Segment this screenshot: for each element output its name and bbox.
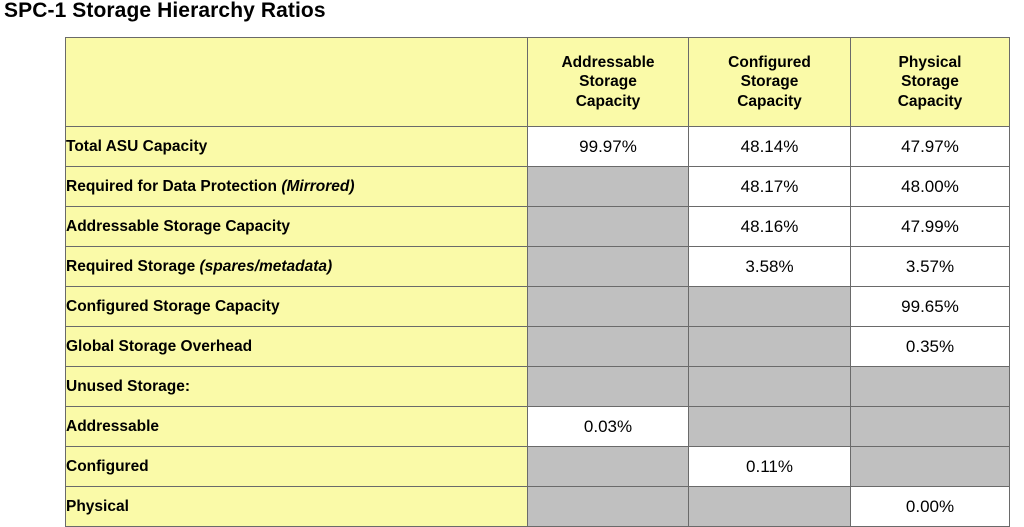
table-cell-value: 3.57% [850, 246, 1010, 287]
table-cell-value: 48.00% [850, 166, 1010, 207]
column-header-line: Capacity [737, 92, 802, 110]
table-row: Total ASU Capacity 99.97% 48.14% 47.97% [65, 126, 1010, 167]
table-cell-value: 0.35% [850, 326, 1010, 367]
row-label: Global Storage Overhead [65, 326, 528, 367]
table-cell-value: 48.16% [688, 206, 851, 247]
table-cell-disabled [688, 286, 851, 327]
table-cell-disabled [527, 486, 689, 527]
column-header-configured: Configured Storage Capacity [688, 37, 851, 127]
column-header-physical: Physical Storage Capacity [850, 37, 1010, 127]
table-cell-disabled [527, 446, 689, 487]
row-label-qualifier: (spares/metadata) [199, 257, 333, 275]
table-cell-disabled [850, 446, 1010, 487]
table-cell-disabled [688, 366, 851, 407]
table-row: Unused Storage: [65, 366, 1010, 407]
row-label-text: Global Storage Overhead [66, 337, 253, 355]
row-label: Required for Data Protection (Mirrored) [65, 166, 528, 207]
row-label: Configured Storage Capacity [65, 286, 528, 327]
table-cell-disabled [527, 246, 689, 287]
table-cell-disabled [688, 486, 851, 527]
table-cell-disabled [527, 286, 689, 327]
table-cell-value: 99.97% [527, 126, 689, 167]
storage-hierarchy-ratios-table: Addressable Storage Capacity Configured Stor… [65, 37, 1010, 527]
table-cell-value: 99.65% [850, 286, 1010, 327]
table-row: Addressable 0.03% [65, 406, 1010, 447]
row-label-qualifier: (Mirrored) [281, 177, 355, 195]
table-row: Required for Data Protection (Mirrored) 4… [65, 166, 1010, 207]
table-cell-value: 48.17% [688, 166, 851, 207]
table-body: Total ASU Capacity 99.97% 48.14% 47.97% Requ… [65, 126, 1010, 527]
table-cell-disabled [850, 406, 1010, 447]
table-cell-value: 47.99% [850, 206, 1010, 247]
row-label: Addressable [65, 406, 528, 447]
table-row: Configured Storage Capacity 99.65% [65, 286, 1010, 327]
column-header-line: Storage [901, 73, 959, 91]
table-row: Addressable Storage Capacity 48.16% 47.99% [65, 206, 1010, 247]
row-label: Physical [65, 486, 528, 527]
column-header-line: Addressable [561, 53, 655, 71]
row-label-text: Physical [66, 497, 129, 515]
table-cell-value: 47.97% [850, 126, 1010, 167]
row-label: Total ASU Capacity [65, 126, 528, 167]
row-label: Addressable Storage Capacity [65, 206, 528, 247]
column-header-line: Storage [740, 73, 799, 91]
row-label-text: Addressable [66, 417, 160, 435]
column-header-line: Capacity [575, 92, 641, 110]
table-cell-disabled [527, 366, 689, 407]
row-label-text: Required Storage [66, 257, 200, 275]
table-header-corner [65, 37, 528, 127]
row-label-text: Total ASU Capacity [66, 137, 208, 155]
row-label: Required Storage (spares/metadata) [65, 246, 528, 287]
table-cell-value: 0.00% [850, 486, 1010, 527]
table-cell-disabled [527, 326, 689, 367]
table-row: Global Storage Overhead 0.35% [65, 326, 1010, 367]
table-cell-disabled [688, 326, 851, 367]
table-cell-disabled [527, 166, 689, 207]
row-label-text: Unused Storage: [66, 377, 191, 395]
table-row: Physical 0.00% [65, 486, 1010, 527]
table-cell-disabled [688, 406, 851, 447]
table-cell-disabled [527, 206, 689, 247]
table-row: Required Storage (spares/metadata) 3.58% 3… [65, 246, 1010, 287]
row-label-text: Addressable Storage Capacity [66, 217, 290, 235]
page-title: SPC-1 Storage Hierarchy Ratios [4, 0, 326, 22]
column-header-line: Configured [728, 53, 811, 71]
row-label-text: Configured Storage Capacity [66, 297, 280, 315]
table-cell-value: 48.14% [688, 126, 851, 167]
column-header-line: Capacity [897, 92, 963, 110]
column-header-addressable: Addressable Storage Capacity [527, 37, 689, 127]
table-cell-value: 0.03% [527, 406, 689, 447]
table-cell-disabled [850, 366, 1010, 407]
table-cell-value: 3.58% [688, 246, 851, 287]
row-label: Unused Storage: [65, 366, 528, 407]
row-label-text: Required for Data Protection [66, 177, 282, 195]
row-label: Configured [65, 446, 528, 487]
table-header: Addressable Storage Capacity Configured Stor… [65, 37, 1010, 127]
table-row: Configured 0.11% [65, 446, 1010, 487]
column-header-line: Storage [579, 73, 637, 91]
table-cell-value: 0.11% [688, 446, 851, 487]
table-header-row: Addressable Storage Capacity Configured Stor… [65, 37, 1010, 127]
row-label-text: Configured [66, 457, 149, 475]
column-header-line: Physical [898, 53, 962, 71]
